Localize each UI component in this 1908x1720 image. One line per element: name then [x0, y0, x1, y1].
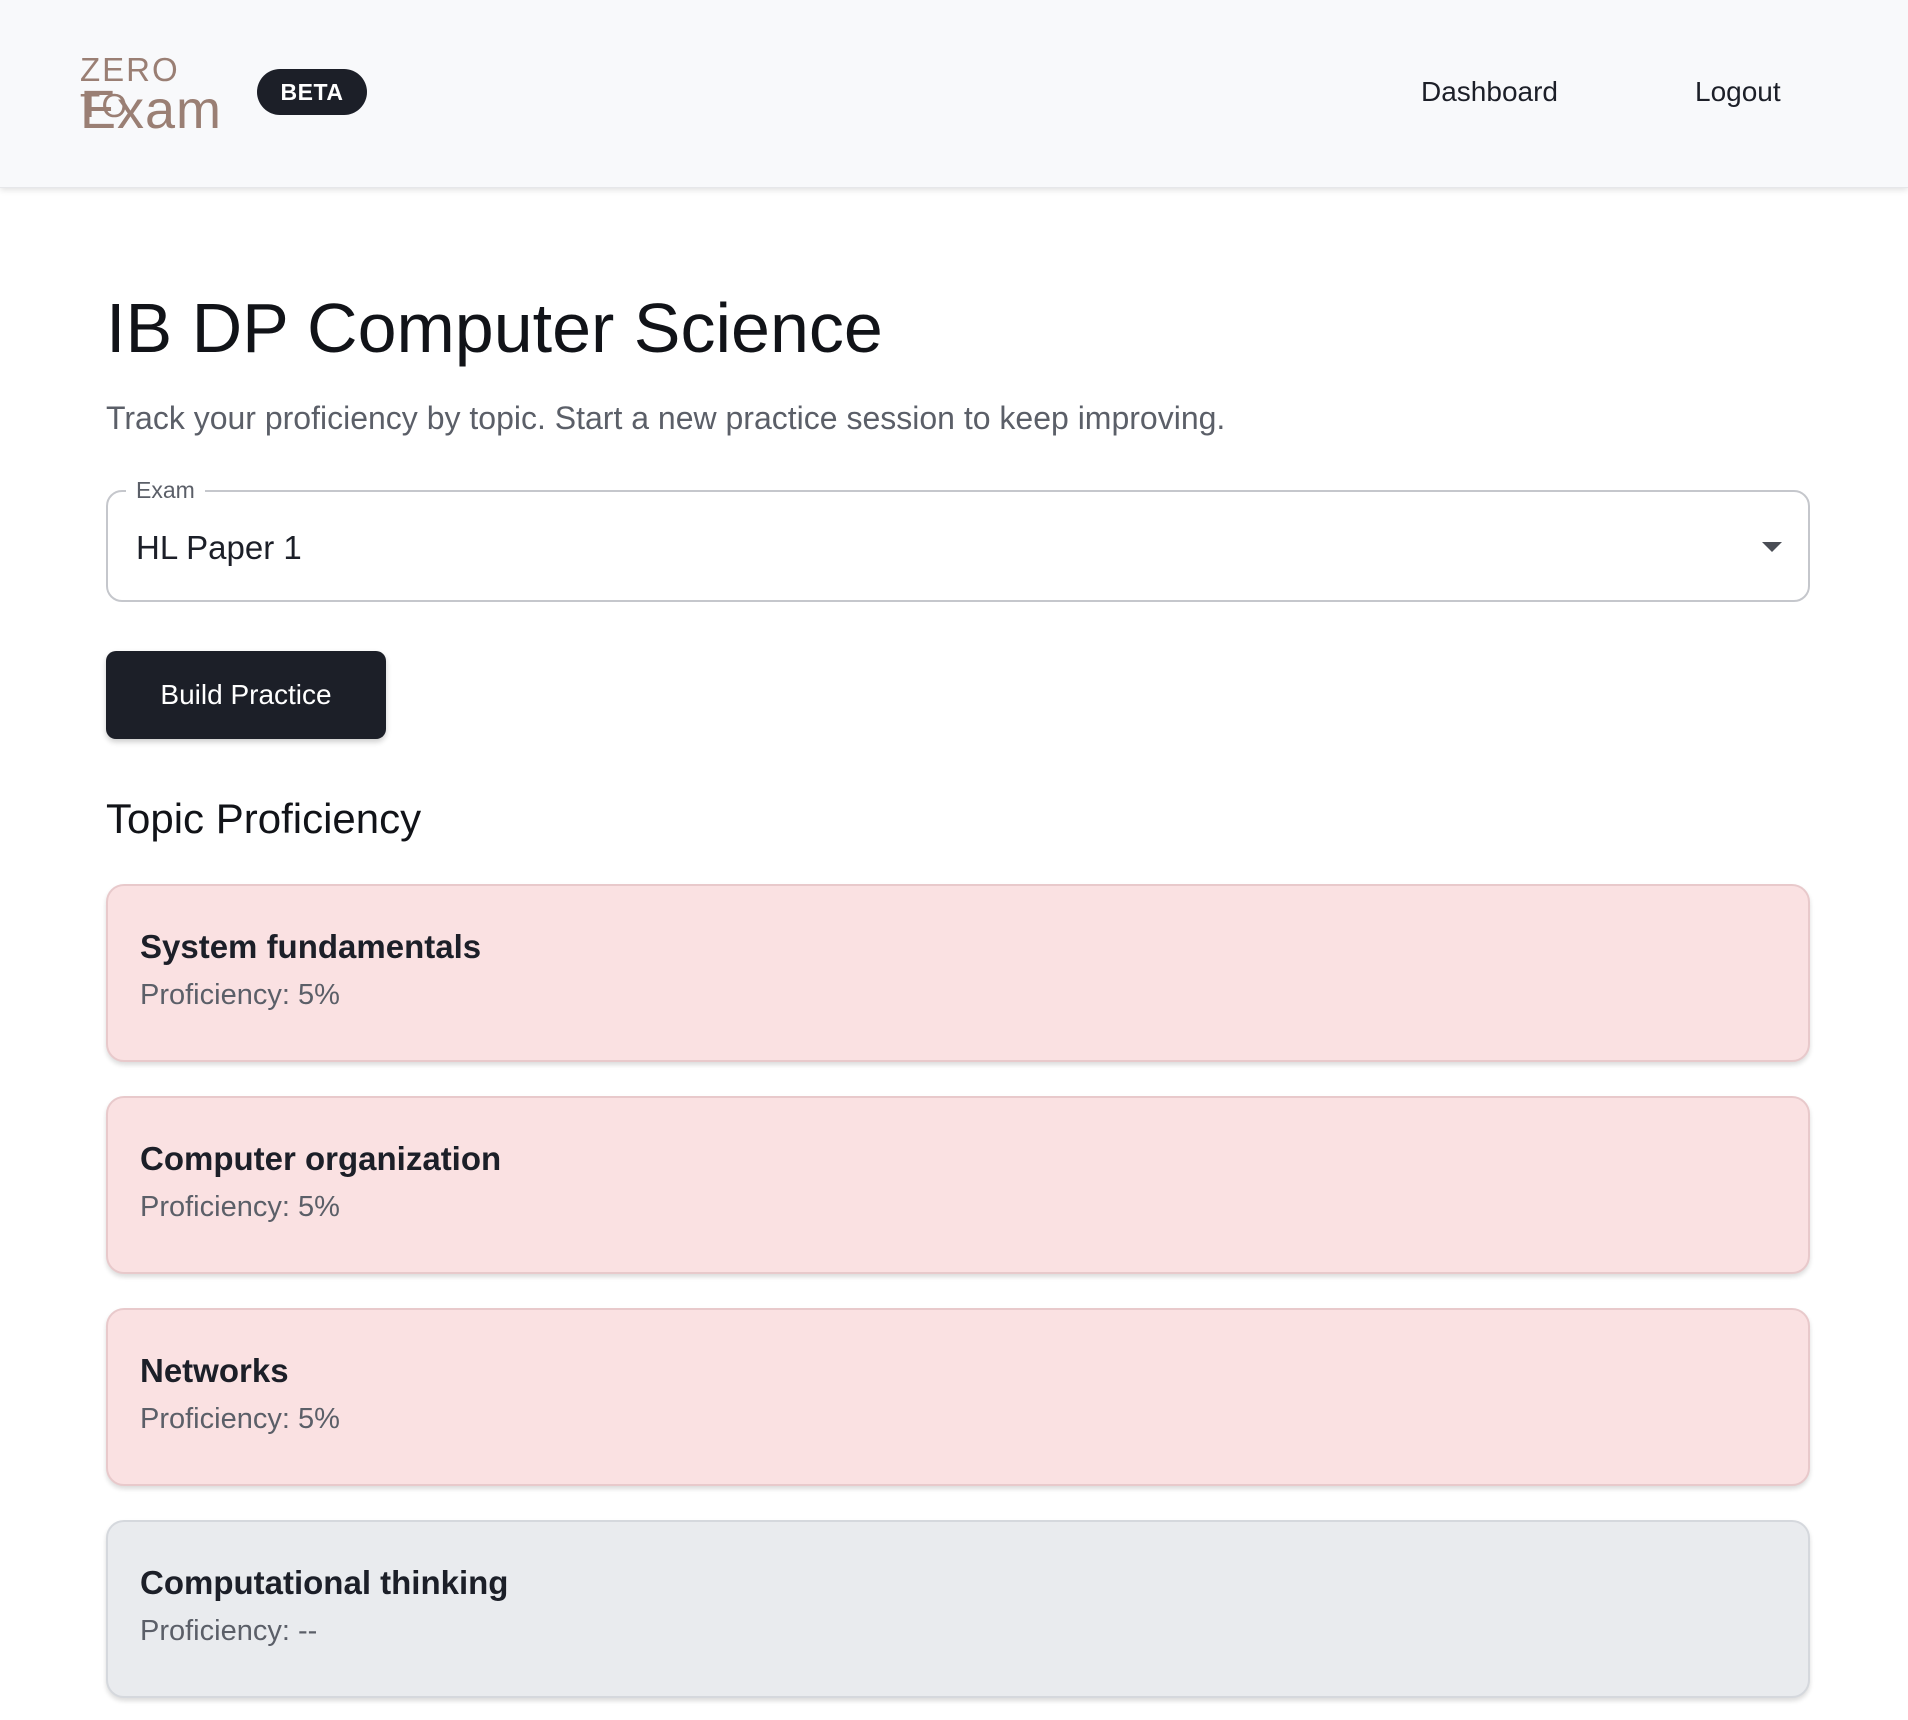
topic-card-system-fundamentals[interactable]: System fundamentals Proficiency: 5% [106, 884, 1810, 1062]
build-practice-button[interactable]: Build Practice [106, 651, 386, 739]
nav-dashboard-link[interactable]: Dashboard [1421, 72, 1558, 112]
topic-card-computational-thinking[interactable]: Computational thinking Proficiency: -- [106, 1520, 1810, 1698]
topic-proficiency: Proficiency: 5% [140, 1403, 340, 1435]
topic-name: Computational thinking [140, 1564, 509, 1601]
nav-logout-link[interactable]: Logout [1695, 72, 1781, 112]
logo-text-bottom: Exam [80, 80, 223, 140]
topic-proficiency: Proficiency: -- [140, 1615, 318, 1647]
topic-card-computer-organization[interactable]: Computer organization Proficiency: 5% [106, 1096, 1810, 1274]
topic-proficiency: Proficiency: 5% [140, 1191, 340, 1223]
topic-name: Networks [140, 1352, 289, 1389]
page-title: IB DP Computer Science [106, 289, 883, 367]
topic-name: Computer organization [140, 1140, 502, 1177]
top-app-bar: ZERO TO Exam BETA Dashboard Logout [0, 0, 1908, 188]
beta-badge: BETA [257, 69, 367, 115]
topic-card-networks[interactable]: Networks Proficiency: 5% [106, 1308, 1810, 1486]
page-subtitle: Track your proficiency by topic. Start a… [106, 400, 1226, 436]
zero-to-exam-logo[interactable]: ZERO TO Exam [80, 52, 226, 139]
topic-name: System fundamentals [140, 928, 482, 965]
caret-down-icon [1762, 542, 1782, 552]
topic-proficiency: Proficiency: 5% [140, 979, 340, 1011]
exam-select-label: Exam [126, 475, 205, 505]
exam-select-value: HL Paper 1 [136, 529, 302, 566]
topic-proficiency-heading: Topic Proficiency [106, 795, 422, 842]
exam-select[interactable]: Exam HL Paper 1 [106, 475, 1810, 602]
